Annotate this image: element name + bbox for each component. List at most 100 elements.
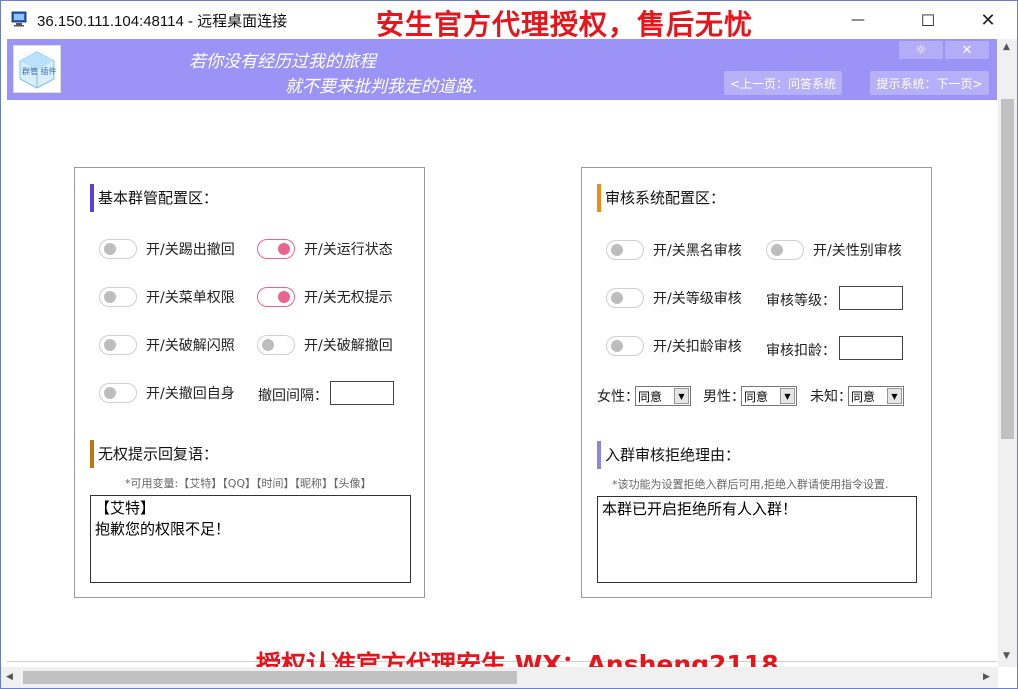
basic-config-title-text: 基本群管配置区： — [98, 189, 219, 207]
female-select[interactable]: 同意 ▼ — [635, 386, 691, 406]
no-permission-reply-textarea[interactable]: 【艾特】 抱歉您的权限不足！ — [90, 495, 411, 583]
recall-interval-input[interactable] — [330, 381, 394, 405]
title-accent-bar — [597, 184, 601, 212]
toggle-label: 开/关踢出撤回 — [146, 242, 235, 258]
female-label: 女性： — [597, 389, 639, 405]
toggle-gender-audit[interactable]: 开/关性别审核 — [766, 240, 902, 260]
toggle-recall-self[interactable]: 开/关撤回自身 — [99, 383, 235, 403]
settings-icon: ☼ — [915, 42, 927, 58]
scroll-left-icon[interactable]: ◀ — [6, 672, 13, 682]
settings-button[interactable]: ☼ — [899, 41, 943, 59]
male-select-value: 同意 — [744, 389, 769, 404]
toggle-switch[interactable] — [257, 335, 295, 355]
unknown-select-value: 同意 — [851, 389, 876, 404]
title-bar: 36.150.111.104:48114 - 远程桌面连接 安生官方代理授权，售… — [1, 1, 1017, 41]
female-select-value: 同意 — [638, 389, 663, 404]
toggle-label: 开/关菜单权限 — [146, 290, 235, 306]
app-logo: 群管 插件 — [13, 45, 61, 93]
remote-desktop-icon — [11, 11, 27, 27]
toggle-switch[interactable] — [606, 336, 644, 356]
audit-config-title-text: 审核系统配置区： — [605, 189, 726, 207]
toggle-label: 开/关撤回自身 — [146, 386, 235, 402]
maximize-icon: ☐ — [920, 10, 936, 30]
title-accent-bar — [90, 440, 94, 468]
scroll-right-icon[interactable]: ▶ — [983, 672, 990, 682]
toggle-switch[interactable] — [606, 288, 644, 308]
toggle-blacklist-audit[interactable]: 开/关黑名审核 — [606, 240, 742, 260]
prev-page-button[interactable]: <上一页：问答系统 — [724, 71, 842, 95]
toggle-kick-recall[interactable]: 开/关踢出撤回 — [99, 239, 235, 259]
minimize-icon: — — [851, 12, 865, 28]
motto-line-2: 就不要来批判我走的道路. — [285, 77, 478, 97]
logo-cube-icon: 群管 插件 — [19, 51, 57, 89]
audit-level-input[interactable] — [839, 286, 903, 310]
unknown-label: 未知： — [810, 389, 852, 405]
variables-hint: *可用变量:【艾特】【QQ】【时间】【昵称】【头像】 — [125, 477, 372, 490]
reply-title-text: 无权提示回复语： — [98, 445, 219, 463]
audit-level-label: 审核等级： — [766, 293, 836, 309]
window-banner-text: 安生官方代理授权，售后无忧 — [376, 8, 754, 41]
audit-age-label: 审核扣龄： — [766, 343, 836, 359]
vertical-scrollbar[interactable]: ▲ ▼ — [998, 39, 1017, 667]
toggle-age-audit[interactable]: 开/关扣龄审核 — [606, 336, 742, 356]
toggle-switch[interactable] — [99, 335, 137, 355]
unknown-select[interactable]: 同意 ▼ — [848, 386, 904, 406]
male-label: 男性： — [703, 389, 745, 405]
reject-title-text: 入群审核拒绝理由： — [605, 446, 741, 464]
motto-line-1: 若你没有经历过我的旅程 — [189, 52, 376, 72]
male-select[interactable]: 同意 ▼ — [741, 386, 797, 406]
toggle-switch[interactable] — [606, 240, 644, 260]
reply-title: 无权提示回复语： — [90, 440, 218, 468]
toggle-run-status[interactable]: 开/关运行状态 — [257, 239, 393, 259]
toggle-label: 开/关等级审核 — [653, 291, 742, 307]
toggle-switch[interactable] — [99, 383, 137, 403]
app-close-button[interactable]: ✕ — [945, 41, 989, 59]
app-header: 群管 插件 若你没有经历过我的旅程 就不要来批判我走的道路. ☼ ✕ <上一页：… — [7, 39, 997, 100]
scroll-up-icon[interactable]: ▲ — [1003, 42, 1010, 52]
dropdown-arrow-icon: ▼ — [780, 388, 795, 404]
next-page-button[interactable]: 提示系统：下一页> — [870, 71, 989, 95]
toggle-label: 开/关无权提示 — [304, 290, 393, 306]
dropdown-arrow-icon: ▼ — [887, 388, 902, 404]
recall-interval-label: 撤回间隔： — [258, 388, 328, 404]
toggle-label: 开/关破解撤回 — [304, 338, 393, 354]
minimize-button[interactable]: — — [835, 1, 881, 39]
horizontal-scroll-thumb[interactable] — [23, 671, 517, 684]
toggle-switch[interactable] — [766, 240, 804, 260]
toggle-label: 开/关破解闪照 — [146, 338, 235, 354]
toggle-label: 开/关黑名审核 — [653, 243, 742, 259]
toggle-switch[interactable] — [99, 239, 137, 259]
reject-reason-textarea[interactable]: 本群已开启拒绝所有人入群！ — [597, 496, 917, 583]
audit-config-title: 审核系统配置区： — [597, 184, 725, 212]
scroll-down-icon[interactable]: ▼ — [1003, 651, 1010, 661]
svg-text:群管 插件: 群管 插件 — [22, 66, 57, 76]
close-button[interactable]: ✕ — [965, 1, 1011, 39]
audit-system-config-panel: 审核系统配置区： 开/关黑名审核 开/关性别审核 开/关等级审核 审核等级： 开… — [581, 167, 932, 598]
audit-age-input[interactable] — [839, 336, 903, 360]
remote-desktop-window: 36.150.111.104:48114 - 远程桌面连接 安生官方代理授权，售… — [0, 0, 1018, 689]
window-title: 36.150.111.104:48114 - 远程桌面连接 — [37, 13, 288, 30]
maximize-button[interactable]: ☐ — [905, 1, 951, 39]
toggle-switch[interactable] — [99, 287, 137, 307]
toggle-crack-flash[interactable]: 开/关破解闪照 — [99, 335, 235, 355]
vertical-scroll-thumb[interactable] — [1001, 99, 1014, 439]
title-accent-bar — [90, 184, 94, 212]
dropdown-arrow-icon: ▼ — [674, 388, 689, 404]
basic-config-title: 基本群管配置区： — [90, 184, 218, 212]
horizontal-scrollbar[interactable]: ◀ ▶ — [1, 667, 998, 688]
toggle-menu-permission[interactable]: 开/关菜单权限 — [99, 287, 235, 307]
toggle-switch[interactable] — [257, 287, 295, 307]
toggle-switch[interactable] — [257, 239, 295, 259]
toggle-level-audit[interactable]: 开/关等级审核 — [606, 288, 742, 308]
close-icon: ✕ — [980, 9, 996, 31]
toggle-label: 开/关扣龄审核 — [653, 339, 742, 355]
reject-title: 入群审核拒绝理由： — [597, 441, 740, 469]
app-close-icon: ✕ — [961, 42, 973, 58]
basic-group-config-panel: 基本群管配置区： 开/关踢出撤回 开/关运行状态 开/关菜单权限 开/关无权提示… — [74, 167, 425, 598]
title-accent-bar — [597, 441, 601, 469]
toggle-crack-recall[interactable]: 开/关破解撤回 — [257, 335, 393, 355]
toggle-no-permission-hint[interactable]: 开/关无权提示 — [257, 287, 393, 307]
toggle-label: 开/关运行状态 — [304, 242, 393, 258]
toggle-label: 开/关性别审核 — [813, 243, 902, 259]
reject-hint: *该功能为设置拒绝入群后可用,拒绝入群请使用指令设置. — [612, 478, 889, 491]
